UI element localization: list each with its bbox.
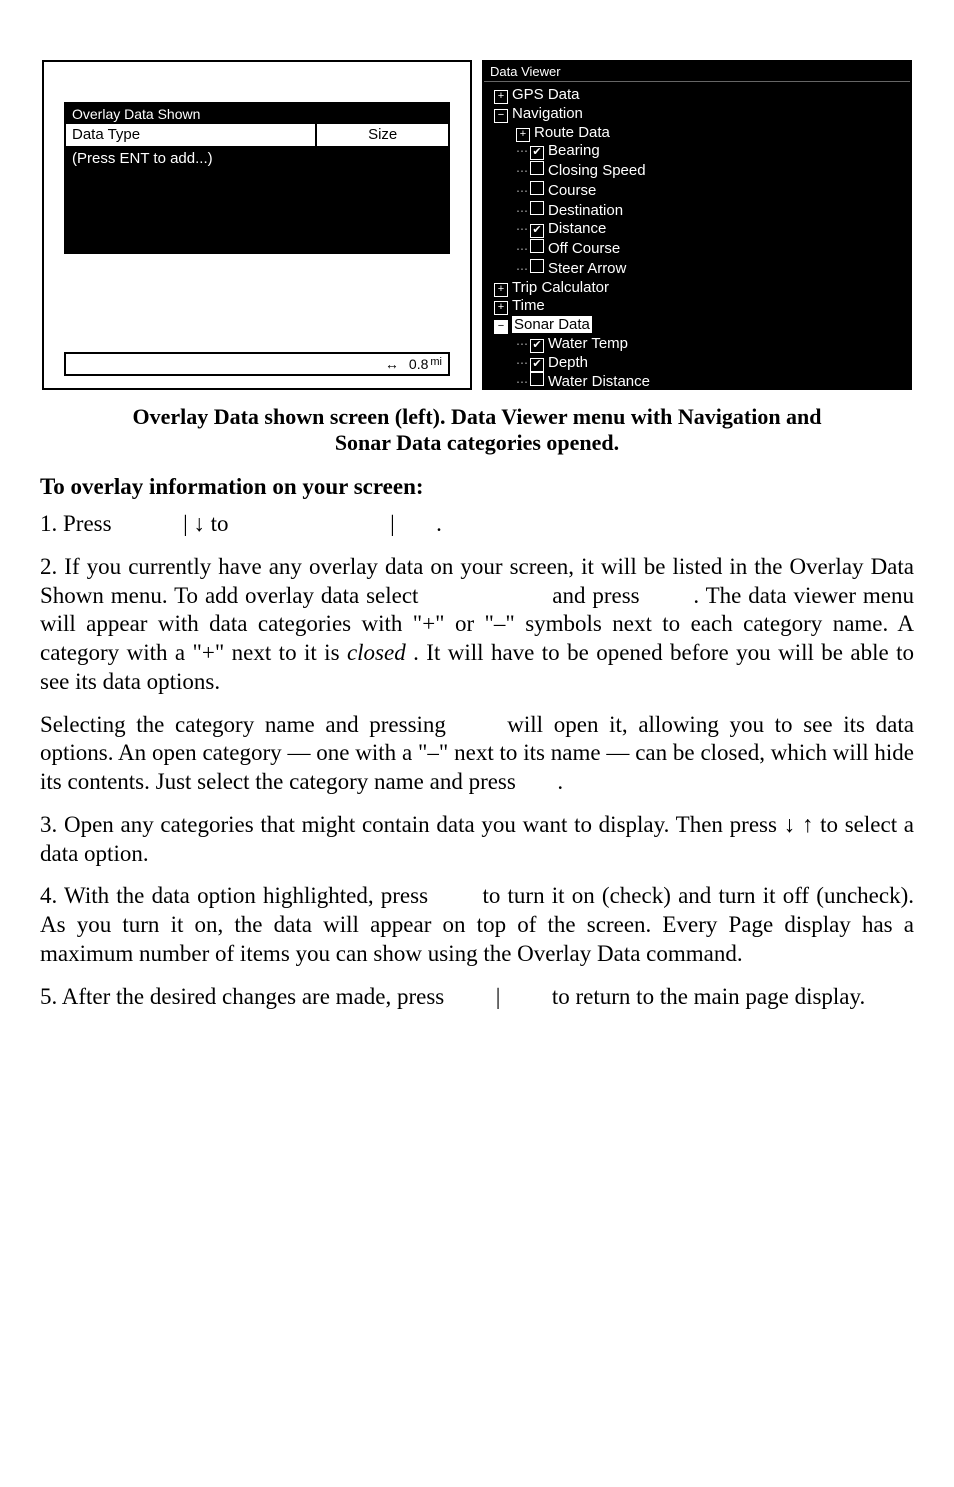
tree-connector-icon: ⋯ — [516, 375, 528, 389]
checkbox-checked-icon[interactable]: ✔ — [530, 224, 544, 238]
step1-bar-2: | — [390, 511, 395, 536]
para3-part-c: . — [557, 769, 563, 794]
caption-line-2: Sonar Data categories opened. — [335, 430, 619, 455]
checkbox-unchecked-icon[interactable] — [530, 201, 544, 215]
tree-node-water-temp[interactable]: ⋯✔Water Temp — [488, 335, 906, 354]
column-header-data-type: Data Type — [66, 124, 317, 146]
tree-node-off-course[interactable]: ⋯Off Course — [488, 239, 906, 259]
overlay-data-shown-panel: Overlay Data Shown Data Type Size (Press… — [42, 60, 472, 390]
tree-node-sonar-data[interactable]: −Sonar Data — [488, 316, 906, 335]
tree-node-depth[interactable]: ⋯✔Depth — [488, 354, 906, 373]
data-viewer-panel: Data Viewer +GPS Data −Navigation +Route… — [482, 60, 912, 390]
step3-arrows: ↓ ↑ — [784, 812, 814, 837]
column-header-size: Size — [317, 124, 448, 146]
overlay-data-statusbar: ↔ 0.8 mi — [64, 352, 450, 376]
checkbox-unchecked-icon[interactable] — [530, 161, 544, 175]
tree-connector-icon: ⋯ — [516, 356, 528, 370]
para3-part-a: Selecting the category name and pressing — [40, 712, 457, 737]
step-3: 3. Open any categories that might contai… — [40, 811, 914, 869]
checkbox-checked-icon[interactable]: ✔ — [530, 339, 544, 353]
paragraph-3: Selecting the category name and pressing… — [40, 711, 914, 797]
collapse-icon[interactable]: − — [494, 320, 508, 334]
data-viewer-title: Data Viewer — [484, 62, 910, 82]
step3-part-a: 3. Open any categories that might contai… — [40, 812, 784, 837]
tree-node-distance[interactable]: ⋯✔Distance — [488, 220, 906, 239]
step4-part-a: 4. With the data option highlighted, pre… — [40, 883, 435, 908]
tree-node-time[interactable]: +Time — [488, 297, 906, 316]
data-viewer-tree: +GPS Data −Navigation +Route Data ⋯✔Bear… — [484, 82, 910, 390]
caption-line-1: Overlay Data shown screen (left). Data V… — [132, 404, 821, 429]
figure-caption: Overlay Data shown screen (left). Data V… — [40, 404, 914, 456]
tree-node-course[interactable]: ⋯Course — [488, 181, 906, 201]
section-heading: To overlay information on your screen: — [40, 474, 914, 500]
checkbox-unchecked-icon[interactable] — [530, 372, 544, 386]
step5-part-a: 5. After the desired changes are made, p… — [40, 984, 450, 1009]
checkbox-unchecked-icon[interactable] — [530, 239, 544, 253]
tree-connector-icon: ⋯ — [516, 184, 528, 198]
checkbox-unchecked-icon[interactable] — [530, 259, 544, 273]
scale-distance-unit: mi — [430, 356, 442, 372]
overlay-data-window-title: Overlay Data Shown — [66, 104, 448, 124]
checkbox-unchecked-icon[interactable] — [530, 181, 544, 195]
expand-icon[interactable]: + — [494, 283, 508, 297]
expand-icon[interactable]: + — [494, 301, 508, 315]
overlay-data-inner-window: Overlay Data Shown Data Type Size (Press… — [64, 102, 450, 254]
tree-node-water-distance[interactable]: ⋯Water Distance — [488, 372, 906, 390]
tree-node-navigation[interactable]: −Navigation — [488, 105, 906, 124]
expand-icon[interactable]: + — [516, 128, 530, 142]
step1-end: . — [436, 511, 442, 536]
tree-connector-icon: ⋯ — [516, 337, 528, 351]
tree-node-bearing[interactable]: ⋯✔Bearing — [488, 142, 906, 161]
tree-connector-icon: ⋯ — [516, 144, 528, 158]
checkbox-checked-icon[interactable]: ✔ — [530, 358, 544, 372]
step2-closed-emphasis: closed — [347, 640, 406, 665]
tree-connector-icon: ⋯ — [516, 164, 528, 178]
step-1: 1. Press | ↓ to | . — [40, 510, 914, 539]
step1-bar: | — [183, 511, 188, 536]
overlay-data-add-entry[interactable]: (Press ENT to add...) — [66, 148, 448, 254]
overlay-data-columns: Data Type Size — [66, 124, 448, 148]
step-2: 2. If you currently have any overlay dat… — [40, 553, 914, 697]
step2-part-b: and press — [552, 583, 646, 608]
collapse-icon[interactable]: − — [494, 109, 508, 123]
tree-connector-icon: ⋯ — [516, 242, 528, 256]
tree-connector-icon: ⋯ — [516, 222, 528, 236]
step5-bar: | — [496, 984, 501, 1009]
tree-node-gps-data[interactable]: +GPS Data — [488, 86, 906, 105]
scale-arrow-icon: ↔ — [385, 356, 399, 372]
step-4: 4. With the data option highlighted, pre… — [40, 882, 914, 968]
tree-node-route-data[interactable]: +Route Data — [488, 124, 906, 143]
figure-row: Overlay Data Shown Data Type Size (Press… — [40, 60, 914, 390]
checkbox-checked-icon[interactable]: ✔ — [530, 146, 544, 160]
step1-prefix: 1. Press — [40, 511, 117, 536]
step-5: 5. After the desired changes are made, p… — [40, 983, 914, 1012]
tree-node-trip-calculator[interactable]: +Trip Calculator — [488, 279, 906, 298]
tree-node-steer-arrow[interactable]: ⋯Steer Arrow — [488, 259, 906, 279]
step5-part-b: to return to the main page display. — [552, 984, 865, 1009]
step1-down-arrow: ↓ to — [193, 511, 234, 536]
tree-node-destination[interactable]: ⋯Destination — [488, 201, 906, 221]
tree-connector-icon: ⋯ — [516, 262, 528, 276]
tree-node-closing-speed[interactable]: ⋯Closing Speed — [488, 161, 906, 181]
document-page: Overlay Data Shown Data Type Size (Press… — [0, 0, 954, 1487]
expand-icon[interactable]: + — [494, 90, 508, 104]
scale-distance: 0.8 — [409, 356, 428, 372]
tree-connector-icon: ⋯ — [516, 204, 528, 218]
